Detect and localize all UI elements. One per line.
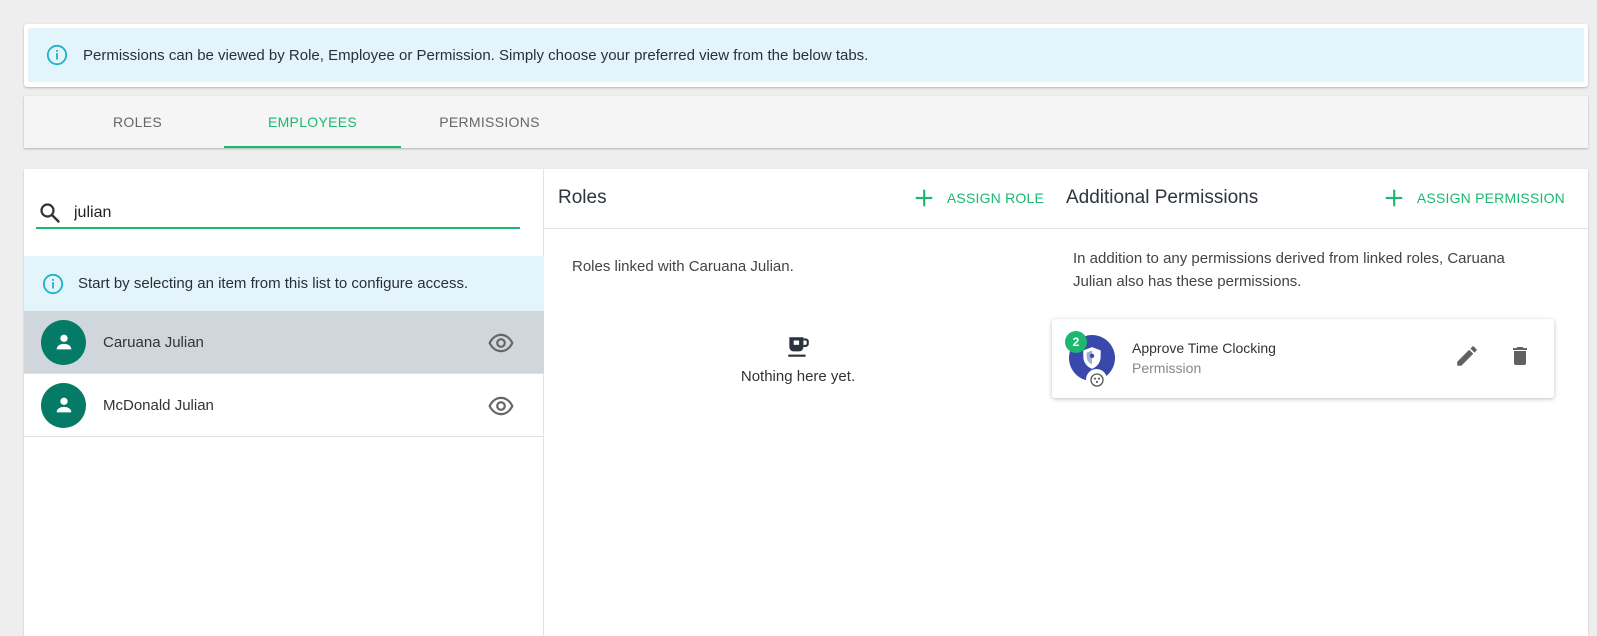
permissions-description: In addition to any permissions derived f… [1073,250,1505,290]
coffee-cup-icon [788,337,809,357]
assign-permission-button[interactable]: ASSIGN PERMISSION [1383,187,1565,209]
permission-name: Approve Time Clocking [1132,340,1276,356]
person-icon [56,397,71,413]
roles-title: Roles [558,187,607,208]
info-icon [42,273,64,294]
employee-name: McDonald Julian [103,396,214,414]
eye-icon[interactable] [488,330,514,356]
plus-icon [915,189,933,207]
search-icon [40,203,60,223]
search-input[interactable] [74,204,474,222]
permissions-header: Additional Permissions ASSIGN PERMISSION [1052,169,1588,229]
employee-list-panel: Start by selecting an item from this lis… [24,169,544,636]
selection-hint: Start by selecting an item from this lis… [24,256,544,311]
edit-icon[interactable] [1454,343,1480,369]
avatar [41,382,86,428]
permission-type: Permission [1132,360,1202,376]
tab-roles[interactable]: ROLES [49,96,226,148]
info-banner: Permissions can be viewed by Role, Emplo… [28,28,1584,82]
info-banner-text: Permissions can be viewed by Role, Emplo… [83,46,869,64]
group-icon [1086,369,1107,390]
empty-state: Nothing here yet. [544,334,1052,385]
info-icon [46,44,68,66]
tab-employees[interactable]: EMPLOYEES [224,96,401,148]
active-tab-indicator [224,146,401,148]
tab-permissions[interactable]: PERMISSIONS [401,96,578,148]
delete-icon[interactable] [1508,343,1532,369]
employee-row[interactable]: Caruana Julian [24,311,544,374]
employee-name: Caruana Julian [103,333,204,351]
employee-row[interactable]: McDonald Julian [24,374,544,437]
avatar [41,319,86,365]
count-badge: 2 [1065,331,1087,353]
permissions-panel: Additional Permissions ASSIGN PERMISSION… [1052,169,1588,636]
assign-role-label: ASSIGN ROLE [946,190,1044,206]
roles-panel: Roles ASSIGN ROLE Roles linked with Caru… [544,169,1052,636]
eye-icon[interactable] [488,393,514,419]
person-icon [56,334,71,350]
permission-card[interactable]: 2 Approve Time Clocking Permission [1052,319,1554,398]
assign-role-button[interactable]: ASSIGN ROLE [913,187,1044,209]
empty-state-text: Nothing here yet. [740,368,856,385]
main-panel: Start by selecting an item from this lis… [24,169,1588,636]
info-card: Permissions can be viewed by Role, Emplo… [24,24,1588,87]
roles-header: Roles ASSIGN ROLE [544,169,1052,229]
roles-description: Roles linked with Caruana Julian. [572,258,794,275]
search-field [36,199,520,229]
assign-permission-label: ASSIGN PERMISSION [1416,190,1565,206]
plus-icon [1385,189,1403,207]
permissions-title: Additional Permissions [1066,187,1259,208]
selection-hint-text: Start by selecting an item from this lis… [78,275,469,292]
tab-bar: ROLES EMPLOYEES PERMISSIONS [24,96,1588,148]
